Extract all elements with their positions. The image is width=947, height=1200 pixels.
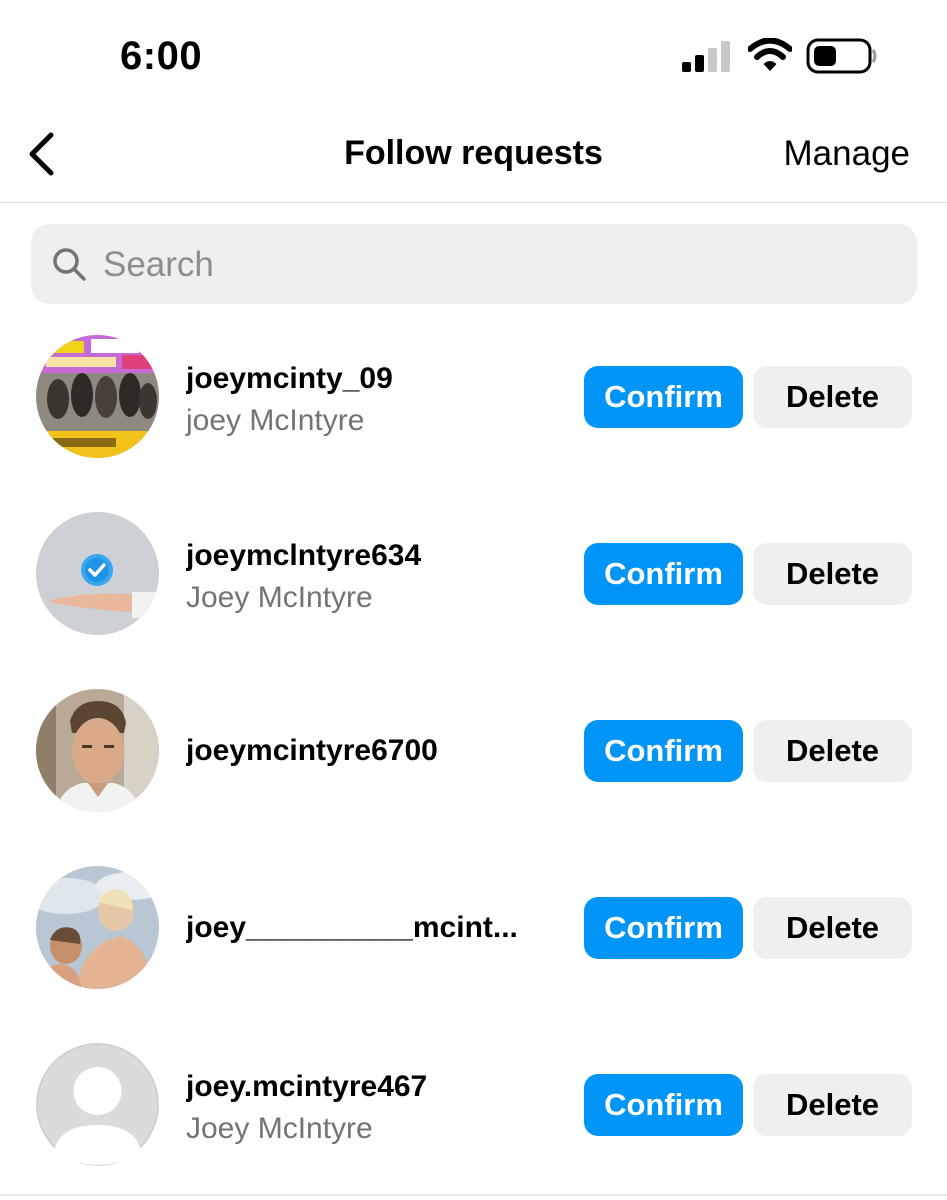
request-names: joey__________mcint... bbox=[186, 911, 566, 945]
search-input[interactable] bbox=[101, 234, 895, 296]
confirm-button[interactable]: Confirm bbox=[584, 543, 743, 605]
selfie-photo-avatar[interactable] bbox=[36, 866, 159, 989]
request-full-name: joey McIntyre bbox=[186, 404, 365, 437]
request-row: joeymclntyre634 Joey McIntyre Confirm De… bbox=[0, 505, 947, 645]
cellular-signal-icon bbox=[682, 41, 730, 72]
request-row: joeymcintyre6700 Confirm Delete bbox=[0, 682, 947, 822]
nav-bar: Follow requests Manage bbox=[0, 110, 947, 203]
status-time: 6:00 bbox=[120, 34, 203, 78]
confirm-button[interactable]: Confirm bbox=[584, 1074, 743, 1136]
request-full-name: Joey McIntyre bbox=[186, 581, 373, 614]
request-username[interactable]: joeymclntyre634 bbox=[186, 539, 566, 573]
confirm-button[interactable]: Confirm bbox=[584, 720, 743, 782]
request-row: joeymcinty_09 joey McIntyre Confirm Dele… bbox=[0, 328, 947, 468]
request-full-name: Joey McIntyre bbox=[186, 1112, 373, 1145]
confirm-button[interactable]: Confirm bbox=[584, 897, 743, 959]
search-bar[interactable] bbox=[31, 224, 917, 304]
request-names: joeymclntyre634 Joey McIntyre bbox=[186, 539, 566, 615]
divider bbox=[0, 1194, 947, 1196]
request-username[interactable]: joey.mcintyre467 bbox=[186, 1070, 566, 1104]
wifi-icon bbox=[748, 38, 792, 71]
delete-button[interactable]: Delete bbox=[753, 366, 912, 428]
request-row: joey__________mcint... Confirm Delete bbox=[0, 859, 947, 999]
confirm-button[interactable]: Confirm bbox=[584, 366, 743, 428]
search-icon bbox=[53, 248, 86, 281]
request-names: joey.mcintyre467 Joey McIntyre bbox=[186, 1070, 566, 1146]
request-names: joeymcinty_09 joey McIntyre bbox=[186, 362, 566, 438]
status-bar: 6:00 bbox=[0, 0, 947, 110]
request-names: joeymcintyre6700 bbox=[186, 734, 566, 768]
request-username[interactable]: joeymcinty_09 bbox=[186, 362, 566, 396]
concert-poster-avatar[interactable] bbox=[36, 335, 159, 458]
delete-button[interactable]: Delete bbox=[753, 897, 912, 959]
request-username[interactable]: joeymcintyre6700 bbox=[186, 734, 566, 768]
manage-button[interactable]: Manage bbox=[784, 134, 910, 174]
request-row: joey.mcintyre467 Joey McIntyre Confirm D… bbox=[0, 1036, 947, 1176]
battery-icon bbox=[806, 38, 877, 74]
default-profile-avatar[interactable] bbox=[36, 1043, 159, 1166]
verified-badge-hand-avatar[interactable] bbox=[36, 512, 159, 635]
follow-requests-screen: 6:00 Follow requests Manage Search joeym… bbox=[0, 0, 947, 1200]
delete-button[interactable]: Delete bbox=[753, 720, 912, 782]
request-username[interactable]: joey__________mcint... bbox=[186, 911, 566, 945]
delete-button[interactable]: Delete bbox=[753, 543, 912, 605]
delete-button[interactable]: Delete bbox=[753, 1074, 912, 1136]
portrait-photo-avatar[interactable] bbox=[36, 689, 159, 812]
